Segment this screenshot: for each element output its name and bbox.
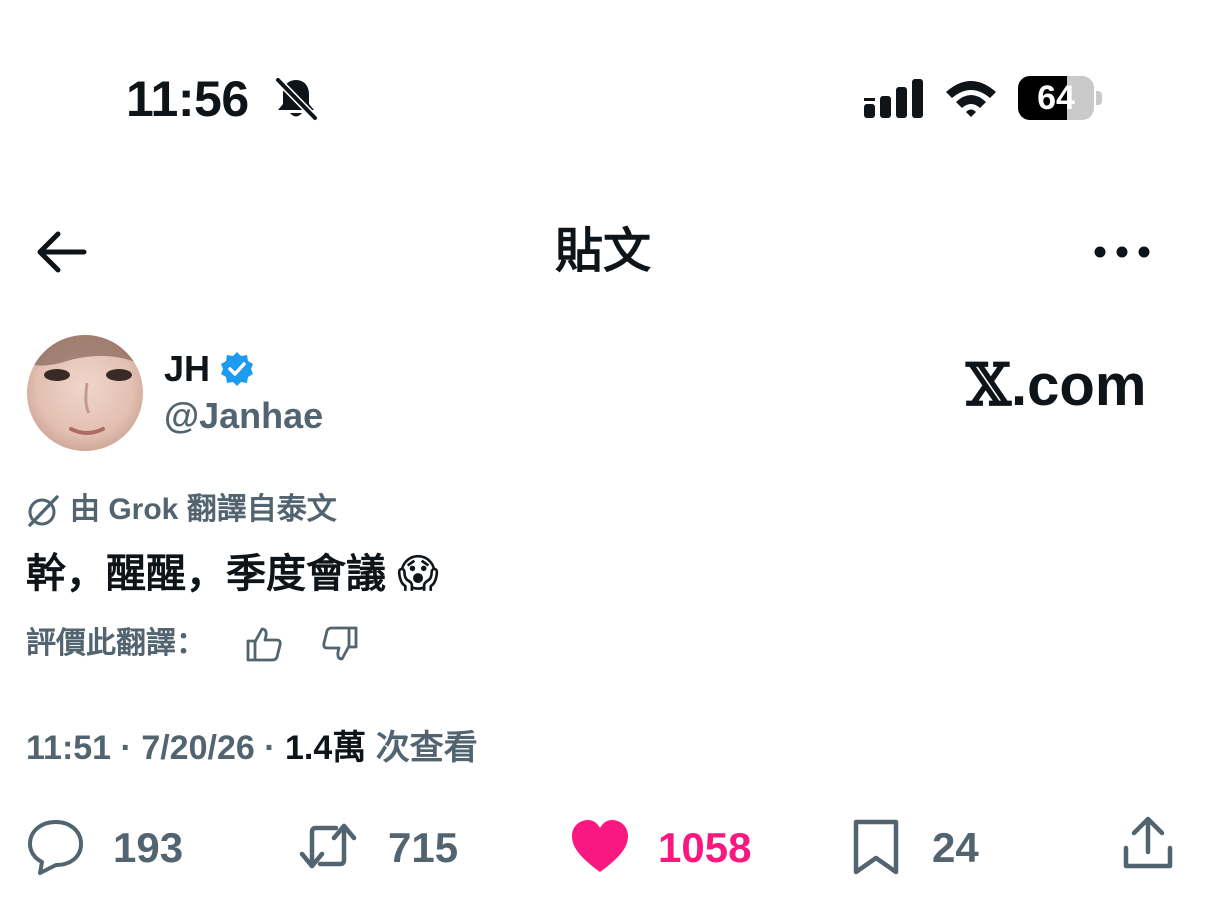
status-time: 11:56 [126,71,249,127]
x-logo: 𝕏 [966,351,1012,419]
more-horizontal-icon[interactable] [1090,236,1154,268]
repost-count: 715 [388,824,459,871]
translation-source-label[interactable]: 由 Grok 翻譯自泰文 [70,490,337,530]
thumbs-down-icon[interactable] [320,624,360,664]
tweet-meta: 11:51 · 7/20/26 · 1.4萬 次查看 [26,726,478,770]
grok-icon [28,495,59,527]
bookmark-icon[interactable] [846,816,906,876]
heart-icon[interactable] [570,816,630,876]
arrow-left-icon[interactable] [34,228,88,276]
author-name[interactable]: JH [164,348,210,390]
tweet-time[interactable]: 11:51 [26,729,111,767]
battery-icon: 64 [1018,76,1104,120]
reply-icon[interactable] [26,816,86,876]
meta-separator: · [264,729,276,767]
avatar[interactable] [27,335,143,451]
share-icon[interactable] [1118,814,1178,874]
wifi-icon [946,81,996,117]
meta-separator: · [120,729,132,767]
like-count: 1058 [658,824,752,871]
tweet-text: 幹，醒醒，季度會議 😱 [26,546,439,602]
thumbs-up-icon[interactable] [244,624,284,664]
cellular-signal-icon [864,79,923,118]
author-handle[interactable]: @Janhae [164,394,323,438]
tweet-date[interactable]: 7/20/26 [141,729,254,767]
watermark-domain: .com [1011,353,1147,418]
repost-icon[interactable] [298,816,358,876]
tweet-text-body: 幹，醒醒，季度會議 [26,552,386,596]
tweet-emoji: 😱 [397,552,439,596]
battery-percent: 64 [1037,79,1075,117]
page-title: 貼文 [554,225,651,278]
views-count: 1.4萬 [285,729,367,767]
bell-slash-icon [274,76,319,122]
bookmark-count: 24 [932,824,979,871]
x-com-watermark: 𝕏.com [966,352,1146,419]
reply-count: 193 [113,824,184,871]
verified-badge-icon [221,352,253,386]
views-label: 次查看 [375,729,478,767]
rate-translation-label: 評價此翻譯： [26,627,206,660]
